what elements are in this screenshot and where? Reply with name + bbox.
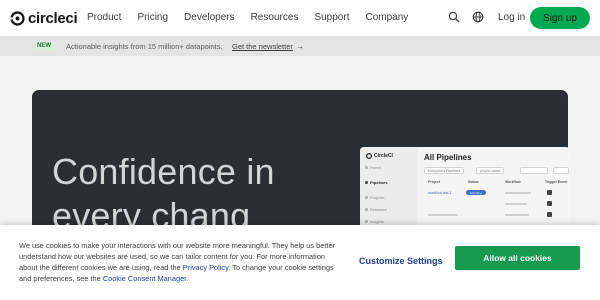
mockup-brand-name: CircleCI [374, 153, 393, 159]
mockup-row-project: workflow-test-1 [428, 191, 452, 195]
mockup-avatar [547, 212, 552, 217]
login-link[interactable]: Log in [498, 12, 525, 23]
home-icon [365, 166, 368, 169]
mockup-col-project: Project [428, 180, 440, 184]
mockup-col-status: Status [468, 180, 479, 184]
pipelines-icon [365, 181, 368, 184]
mockup-line [505, 203, 527, 205]
insights-icon [365, 220, 368, 223]
nav-item-developers[interactable]: Developers [184, 12, 235, 23]
customize-settings-button[interactable]: Customize Settings [359, 256, 443, 266]
mockup-brand: CircleCI [366, 153, 393, 159]
releases-icon [365, 208, 368, 211]
arrow-right-icon: → [296, 42, 304, 51]
brand-name: circleci [28, 10, 78, 27]
mockup-page-title: All Pipelines [424, 153, 472, 162]
mockup-col-workflow: Workflow [505, 180, 521, 184]
allow-all-cookies-button[interactable]: Allow all cookies [455, 246, 580, 270]
main-nav: Product Pricing Developers Resources Sup… [87, 12, 408, 23]
mockup-col-trigger: Trigger Event [545, 180, 568, 184]
mockup-filter-extra [553, 167, 569, 174]
site-header: circleci Product Pricing Developers Reso… [0, 0, 600, 36]
circleci-logo[interactable]: circleci [10, 10, 78, 27]
hero-title-line-1: Confidence in [52, 151, 275, 192]
circleci-logo-icon [10, 11, 25, 26]
nav-item-support[interactable]: Support [314, 12, 349, 23]
mockup-row-status: Running [466, 190, 486, 195]
announcement-text: Actionable insights from 15 million+ dat… [66, 42, 223, 51]
mockup-line [428, 214, 458, 216]
nav-item-product[interactable]: Product [87, 12, 121, 23]
newsletter-link[interactable]: Get the newsletter [232, 42, 293, 51]
mockup-sidebar-item-releases: Releases [370, 207, 387, 212]
cookie-consent-manager-link[interactable]: Cookie Consent Manager [103, 274, 186, 283]
signup-button[interactable]: Sign up [530, 7, 590, 29]
new-badge: NEW [33, 41, 55, 51]
mockup-line [505, 214, 529, 216]
nav-item-resources[interactable]: Resources [251, 12, 299, 23]
cookie-message: We use cookies to make your interactions… [19, 240, 337, 284]
cookie-text-part-3: . [186, 274, 189, 283]
search-icon[interactable] [448, 11, 460, 23]
mockup-sidebar-item-home: Home [370, 165, 381, 170]
mockup-sidebar-item-pipelines: Pipelines [370, 180, 388, 185]
mockup-sidebar-item-projects: Projects [370, 195, 385, 200]
mockup-sidebar-item-insights: Insights [370, 219, 384, 224]
mockup-row-workflow [505, 192, 531, 194]
nav-item-company[interactable]: Company [365, 12, 408, 23]
mockup-avatar [547, 190, 552, 195]
mockup-filter-project: project-name [476, 167, 505, 174]
mockup-avatar [547, 201, 552, 206]
privacy-policy-link[interactable]: Privacy Policy [183, 263, 228, 272]
nav-item-pricing[interactable]: Pricing [137, 12, 168, 23]
globe-icon[interactable] [472, 11, 484, 23]
projects-icon [365, 196, 368, 199]
mockup-filter-branch [520, 167, 548, 174]
mockup-logo-icon [366, 153, 372, 159]
mockup-filter-pipelines: Everyone's Pipelines [424, 167, 465, 174]
